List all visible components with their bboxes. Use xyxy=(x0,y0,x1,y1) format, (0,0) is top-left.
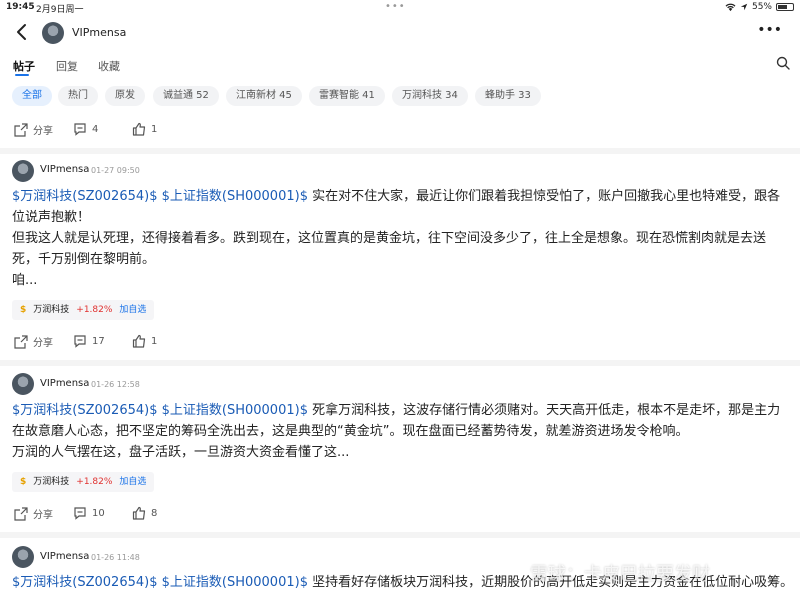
post-author[interactable]: VIPmensa xyxy=(40,378,89,389)
profile-header: VIPmensa ••• xyxy=(0,16,800,50)
previous-post-actions: 分享 4 1 xyxy=(0,114,800,148)
post-card[interactable]: VIPmensa 01-27 09:50 $万润科技(SZ002654)$ $上… xyxy=(0,154,800,360)
add-watchlist-button[interactable]: 加自选 xyxy=(119,472,146,492)
filter-chips: 全部 热门 原发 诚益通 52 江南新材 45 雷赛智能 41 万润科技 34 … xyxy=(0,78,800,114)
like-button[interactable]: 8 xyxy=(132,506,157,520)
filter-jiangnan[interactable]: 江南新材 45 xyxy=(226,86,302,106)
comment-icon xyxy=(74,507,86,520)
index-link[interactable]: $上证指数(SH000001)$ xyxy=(162,575,308,590)
active-tab-indicator xyxy=(15,74,29,76)
post-text: 但我这人就是认死理，还得接着看多。跌到现在，这位置真的是黄金坑，往下空间没多少了… xyxy=(12,231,767,267)
add-watchlist-button[interactable]: 加自选 xyxy=(119,300,146,320)
battery-percent: 55% xyxy=(751,2,772,12)
index-link[interactable]: $上证指数(SH000001)$ xyxy=(162,189,308,204)
post-author[interactable]: VIPmensa xyxy=(40,551,89,562)
filter-original[interactable]: 原发 xyxy=(105,86,145,106)
filter-fengzhushou[interactable]: 蜂助手 33 xyxy=(475,86,541,106)
stock-name: 万润科技 xyxy=(33,477,70,487)
status-date: 2月9日周一 xyxy=(36,5,84,15)
filter-wanrun[interactable]: 万润科技 34 xyxy=(392,86,468,106)
post-time: 01-26 12:58 xyxy=(91,380,140,389)
share-label: 分享 xyxy=(33,338,53,349)
tab-favorites[interactable]: 收藏 xyxy=(98,58,120,74)
share-button[interactable]: 分享 xyxy=(14,506,53,521)
post-content[interactable]: $万润科技(SZ002654)$ $上证指数(SH000001)$ 实在对不住大… xyxy=(12,186,788,291)
like-count: 1 xyxy=(151,123,158,135)
thumbs-up-icon xyxy=(132,334,146,348)
location-icon xyxy=(740,3,748,11)
stock-link[interactable]: $万润科技(SZ002654)$ xyxy=(12,403,157,418)
watermark: 雪球：卡皮巴拉要发财 xyxy=(530,564,710,585)
like-button[interactable]: 1 xyxy=(132,334,157,348)
stock-tag[interactable]: $ 万润科技 +1.82% 加自选 xyxy=(12,472,155,492)
status-right: 55% xyxy=(725,2,794,12)
battery-icon xyxy=(776,3,794,11)
share-icon xyxy=(14,122,28,137)
like-count: 1 xyxy=(151,335,158,347)
share-label: 分享 xyxy=(33,126,53,137)
comment-icon xyxy=(74,335,86,348)
post-author[interactable]: VIPmensa xyxy=(40,164,89,175)
post-card[interactable]: VIPmensa 01-26 12:58 $万润科技(SZ002654)$ $上… xyxy=(0,366,800,532)
filter-leisai[interactable]: 雷赛智能 41 xyxy=(309,86,385,106)
comment-button[interactable]: 17 xyxy=(73,334,105,348)
post-text-truncated: 万润的人气摆在这，盘子活跃，一旦游资大资金看懂了这... xyxy=(12,445,350,460)
stock-link[interactable]: $万润科技(SZ002654)$ xyxy=(12,189,157,204)
status-bar: 19:45 2月9日周一 ••• 55% xyxy=(0,0,800,16)
more-options-icon[interactable]: ••• xyxy=(757,22,782,38)
like-button[interactable]: 1 xyxy=(132,122,157,136)
comment-icon xyxy=(74,123,86,136)
avatar[interactable] xyxy=(12,160,34,182)
profile-username[interactable]: VIPmensa xyxy=(72,26,126,39)
like-count: 8 xyxy=(151,507,158,519)
stock-name: 万润科技 xyxy=(33,305,70,315)
dollar-icon: $ xyxy=(20,305,27,315)
post-text-truncated: 咱... xyxy=(12,273,38,288)
share-icon xyxy=(14,506,28,521)
back-arrow-icon[interactable] xyxy=(12,22,32,42)
avatar[interactable] xyxy=(42,22,64,44)
avatar[interactable] xyxy=(12,373,34,395)
wifi-icon xyxy=(725,3,736,11)
comment-button[interactable]: 10 xyxy=(73,506,105,520)
post-time: 01-26 11:48 xyxy=(91,553,140,562)
tab-posts[interactable]: 帖子 xyxy=(13,58,35,74)
status-time: 19:45 xyxy=(6,2,35,12)
share-button[interactable]: 分享 xyxy=(14,334,53,349)
stock-change: +1.82% xyxy=(76,305,113,315)
filter-chengyitong[interactable]: 诚益通 52 xyxy=(153,86,219,106)
thumbs-up-icon xyxy=(132,506,146,520)
comment-count: 10 xyxy=(92,507,105,519)
dollar-icon: $ xyxy=(20,477,27,487)
share-button[interactable]: 分享 xyxy=(14,122,53,137)
post-content[interactable]: $万润科技(SZ002654)$ $上证指数(SH000001)$ 死拿万润科技… xyxy=(12,400,788,463)
stock-tag[interactable]: $ 万润科技 +1.82% 加自选 xyxy=(12,300,155,320)
content-tabs: 帖子 回复 收藏 xyxy=(0,50,800,78)
filter-hot[interactable]: 热门 xyxy=(58,86,98,106)
share-label: 分享 xyxy=(33,510,53,521)
tab-replies[interactable]: 回复 xyxy=(56,58,78,74)
stock-link[interactable]: $万润科技(SZ002654)$ xyxy=(12,575,157,590)
filter-all[interactable]: 全部 xyxy=(12,86,52,106)
stock-change: +1.82% xyxy=(76,477,113,487)
avatar[interactable] xyxy=(12,546,34,568)
multitask-dots-icon[interactable]: ••• xyxy=(385,1,406,12)
comment-count: 4 xyxy=(92,123,99,135)
comment-count: 17 xyxy=(92,335,105,347)
comment-button[interactable]: 4 xyxy=(73,122,98,136)
search-icon[interactable] xyxy=(776,56,790,70)
thumbs-up-icon xyxy=(132,122,146,136)
index-link[interactable]: $上证指数(SH000001)$ xyxy=(162,403,308,418)
post-time: 01-27 09:50 xyxy=(91,166,140,175)
share-icon xyxy=(14,334,28,349)
